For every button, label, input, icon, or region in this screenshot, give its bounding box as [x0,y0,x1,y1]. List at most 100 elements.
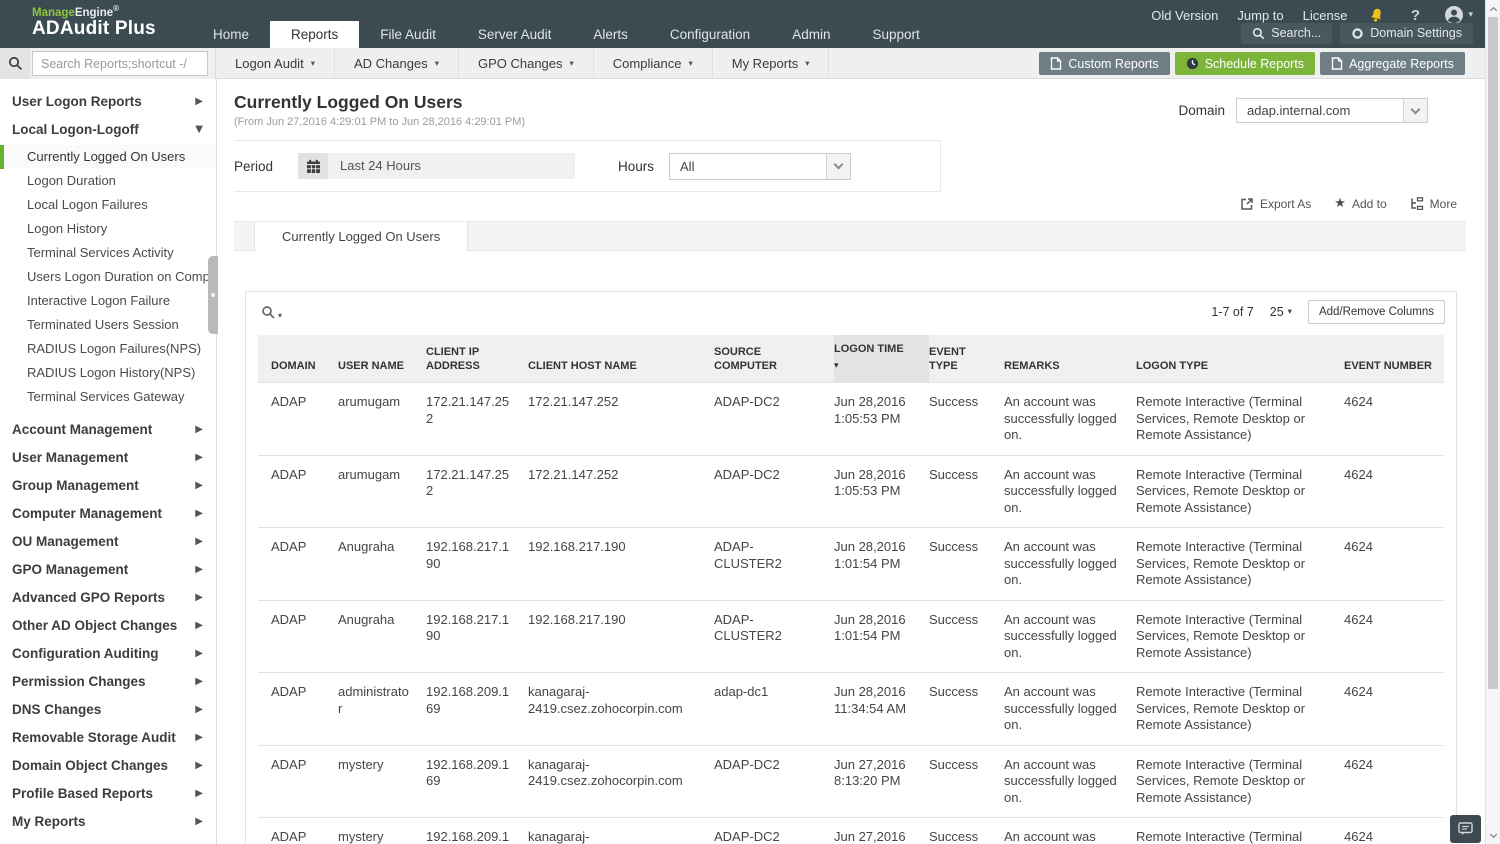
hours-select[interactable]: All [669,153,851,180]
sidebar-report-item[interactable]: Logon Duration [0,169,216,193]
nav-tab[interactable]: Reports [270,21,359,48]
cell-domain: ADAP [258,818,338,844]
sidebar-category[interactable]: My Reports ▶ [0,807,216,835]
period-input[interactable]: Last 24 Hours [328,153,575,179]
tab-currently-logged-on-users[interactable]: Currently Logged On Users [254,222,468,252]
column-header-user-name[interactable]: USER NAME [338,335,426,383]
cell-logon-type: Remote Interactive (Terminal Services, R… [1136,673,1344,746]
cell-logon-time: Jun 27,2016 8:13:20 PM [834,818,929,844]
sidebar-category-user-logon-reports[interactable]: User Logon Reports ▶ [0,87,216,115]
search-icon [1252,27,1265,40]
sidebar-report-item[interactable]: Terminated Users Session [0,313,216,337]
scroll-up-arrow[interactable] [1486,1,1500,16]
column-header-source-computer[interactable]: SOURCE COMPUTER [714,335,834,383]
toolbar-action-button[interactable]: Custom Reports [1039,52,1169,75]
calendar-icon[interactable] [298,153,328,179]
sidebar-report-item[interactable]: Logon History [0,217,216,241]
report-menu-dropdown[interactable]: GPO Changes▾ [459,48,594,79]
sidebar-report-item[interactable]: Terminal Services Activity [0,241,216,265]
report-menu-dropdown[interactable]: Compliance▾ [594,48,713,79]
column-header-remarks[interactable]: REMARKS [1004,335,1136,383]
chevron-right-icon: ▶ [195,676,203,687]
nav-tab[interactable]: Configuration [649,21,771,48]
sidebar-category[interactable]: Removable Storage Audit ▶ [0,723,216,751]
nav-tab[interactable]: Server Audit [457,21,573,48]
report-search-input[interactable] [32,51,208,76]
sidebar-category-local-logon-logoff[interactable]: Local Logon-Logoff ▼ [0,115,216,143]
sidebar-report-item[interactable]: RADIUS Logon Failures(NPS) [0,337,216,361]
sidebar-category[interactable]: Domain Object Changes ▶ [0,751,216,779]
column-header-client-ip[interactable]: CLIENT IP ADDRESS [426,335,528,383]
sidebar-category[interactable]: Advanced GPO Reports ▶ [0,583,216,611]
scrollbar-thumb[interactable] [1488,17,1498,689]
top-link[interactable]: Jump to [1237,8,1283,23]
table-row[interactable]: ADAP Anugraha 192.168.217.190 192.168.21… [258,600,1444,673]
table-row[interactable]: ADAP arumugam 172.21.147.252 172.21.147.… [258,383,1444,456]
notifications-icon[interactable] [1366,5,1386,25]
toolbar-action-button[interactable]: Schedule Reports [1175,52,1315,75]
scroll-down-arrow[interactable] [1486,828,1500,843]
sidebar-report-item[interactable]: Interactive Logon Failure [0,289,216,313]
table-row[interactable]: ADAP mystery 192.168.209.169 kanagaraj-2… [258,745,1444,818]
sidebar-report-item[interactable]: Currently Logged On Users [0,145,216,169]
sidebar-category[interactable]: User Management ▶ [0,443,216,471]
sidebar-report-item[interactable]: Terminal Services Gateway [0,385,216,409]
report-menu-dropdown[interactable]: AD Changes▾ [335,48,459,79]
report-menu-dropdown[interactable]: My Reports▾ [713,48,830,79]
cell-user-name: arumugam [338,455,426,528]
sidebar-category[interactable]: GPO Management ▶ [0,555,216,583]
table-row[interactable]: ADAP arumugam 172.21.147.252 172.21.147.… [258,455,1444,528]
nav-tab[interactable]: Admin [771,21,851,48]
vertical-scrollbar[interactable] [1485,0,1500,844]
page-size-select[interactable]: 25 ▾ [1270,305,1292,319]
add-to-link[interactable]: ★ Add to [1334,196,1386,211]
column-header-event-number[interactable]: EVENT NUMBER [1344,335,1444,383]
column-header-logon-time[interactable]: LOGON TIME▾ [834,335,929,383]
export-as-link[interactable]: Export As [1240,196,1311,211]
nav-tab[interactable]: Support [851,21,940,48]
period-label: Period [234,159,298,174]
table-row[interactable]: ADAP administrator 192.168.209.169 kanag… [258,673,1444,746]
user-account-menu[interactable]: ▾ [1444,5,1473,25]
nav-tab[interactable]: Home [192,21,270,48]
sidebar-category[interactable]: DNS Changes ▶ [0,695,216,723]
domain-select[interactable]: adap.internal.com [1236,98,1428,123]
top-link[interactable]: Old Version [1151,8,1218,23]
sidebar-category[interactable]: Permission Changes ▶ [0,667,216,695]
toolbar-action-button[interactable]: Aggregate Reports [1320,52,1465,75]
cell-logon-time: Jun 28,2016 1:01:54 PM [834,600,929,673]
help-icon[interactable]: ? [1405,5,1425,25]
search-icon[interactable] [0,48,30,79]
domain-settings-button[interactable]: Domain Settings [1340,23,1473,44]
report-menu-dropdown[interactable]: Logon Audit▾ [216,48,335,79]
sidebar-category[interactable]: Group Management ▶ [0,471,216,499]
top-link[interactable]: License [1303,8,1348,23]
sidebar-category[interactable]: Computer Management ▶ [0,499,216,527]
sidebar-collapse-handle[interactable] [208,256,218,334]
reports-toolbar: Logon Audit▾ AD Changes▾ GPO Changes▾ Co… [0,48,1485,79]
more-link[interactable]: More [1410,196,1457,211]
add-remove-columns-button[interactable]: Add/Remove Columns [1308,300,1445,324]
manageengine-logo[interactable]: ManageEngine® ADAudit Plus [32,5,156,40]
column-header-logon-type[interactable]: LOGON TYPE [1136,335,1344,383]
cell-remarks: An account was successfully logged on. [1004,528,1136,601]
sidebar-report-item[interactable]: RADIUS Logon History(NPS) [0,361,216,385]
sidebar-category[interactable]: OU Management ▶ [0,527,216,555]
feedback-chat-button[interactable] [1450,815,1481,843]
sidebar-report-item[interactable]: Local Logon Failures [0,193,216,217]
table-row[interactable]: ADAP mystery 192.168.209.169 kanagaraj-2… [258,818,1444,844]
sidebar-category[interactable]: Other AD Object Changes ▶ [0,611,216,639]
table-row[interactable]: ADAP Anugraha 192.168.217.190 192.168.21… [258,528,1444,601]
table-search-icon[interactable]: ▾ [261,305,282,320]
column-header-event-type[interactable]: EVENT TYPE [929,335,1004,383]
column-header-client-host[interactable]: CLIENT HOST NAME [528,335,714,383]
sidebar-category[interactable]: Account Management ▶ [0,415,216,443]
cell-remarks: An account was successfully logged on. [1004,600,1136,673]
column-header-domain[interactable]: DOMAIN [258,335,338,383]
nav-tab[interactable]: File Audit [359,21,457,48]
sidebar-report-item[interactable]: Users Logon Duration on Computers [0,265,216,289]
nav-tab[interactable]: Alerts [572,21,649,48]
global-search-button[interactable]: Search... [1241,23,1332,44]
sidebar-category[interactable]: Configuration Auditing ▶ [0,639,216,667]
sidebar-category[interactable]: Profile Based Reports ▶ [0,779,216,807]
